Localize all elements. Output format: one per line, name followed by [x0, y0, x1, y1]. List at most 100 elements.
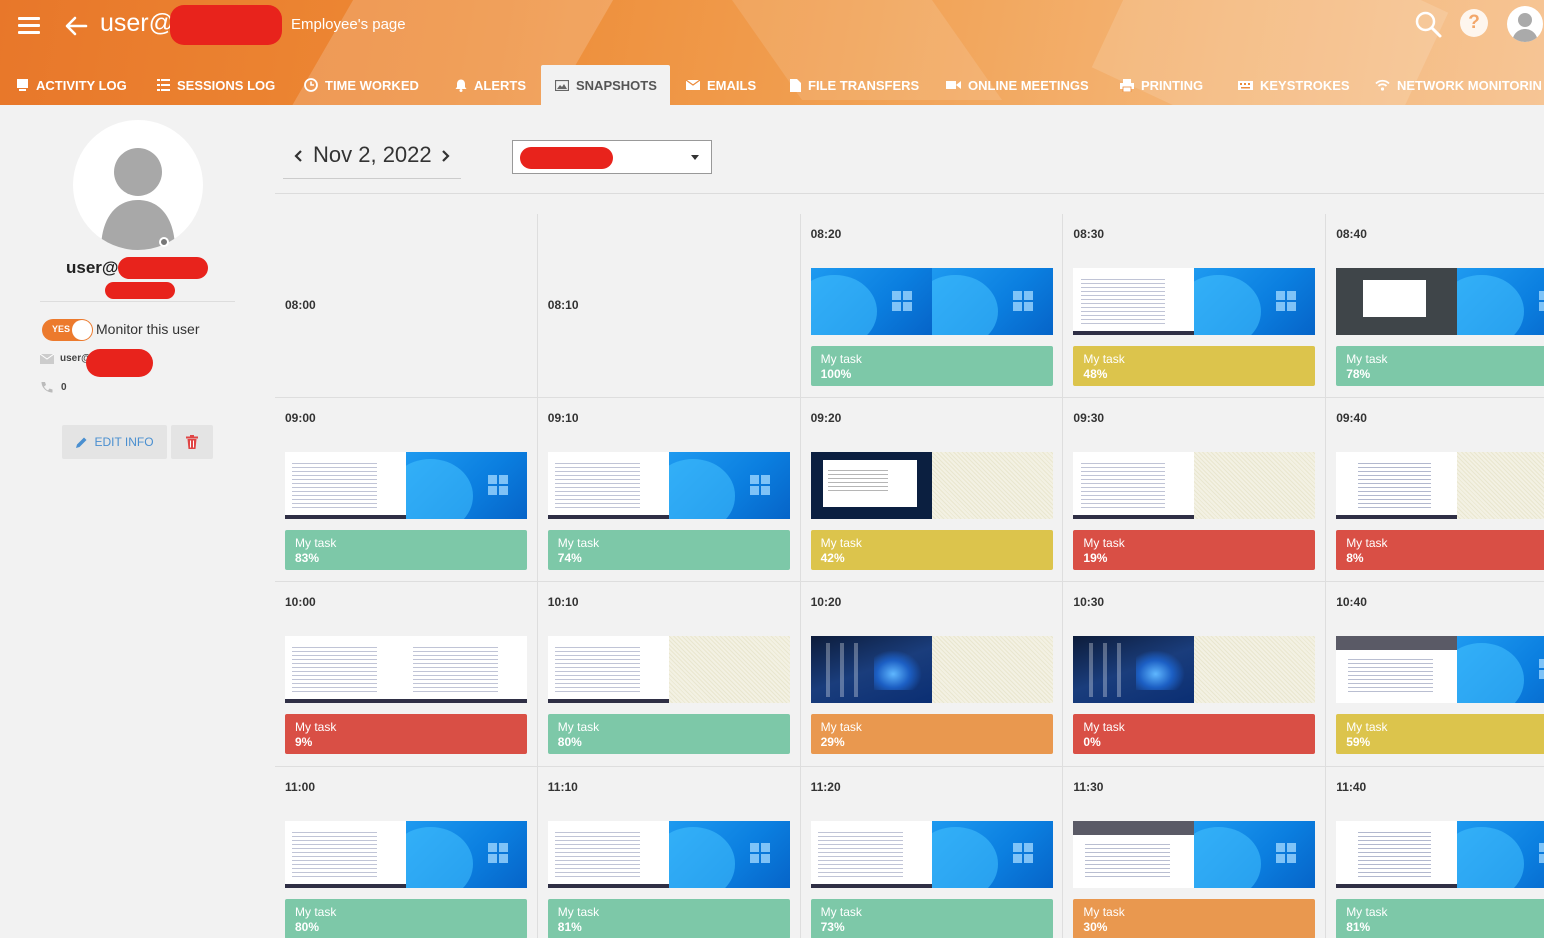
tab-bar: ACTIVITY LOG SESSIONS LOG TIME WORKED AL…: [0, 65, 1544, 105]
task-activity-label[interactable]: My task 48%: [1073, 346, 1316, 386]
tab-keystrokes[interactable]: KEYSTROKES: [1224, 65, 1364, 105]
task-name: My task: [557, 720, 600, 735]
monitor-icon: [17, 79, 28, 91]
snapshot-time: 11:30: [1073, 779, 1104, 794]
task-name: My task: [1083, 536, 1125, 551]
snapshot-thumbnail[interactable]: [285, 820, 527, 888]
help-icon[interactable]: ?: [1460, 9, 1488, 37]
email-row: user@: [40, 353, 91, 364]
section-divider: [275, 193, 1544, 194]
task-activity-label[interactable]: My task 29%: [810, 714, 1053, 755]
page-user-title: user@: [100, 9, 175, 37]
redaction-mark: [86, 349, 153, 377]
snapshot-thumbnail[interactable]: [1336, 452, 1544, 520]
task-activity-label[interactable]: My task 19%: [1073, 530, 1316, 571]
snapshot-thumbnail[interactable]: [285, 636, 527, 704]
edit-info-button[interactable]: EDIT INFO: [62, 425, 167, 459]
task-activity-label[interactable]: My task 8%: [1336, 530, 1544, 571]
hamburger-menu-icon[interactable]: [16, 14, 42, 36]
snapshot-thumbnail[interactable]: [1336, 636, 1544, 704]
caret-down-icon: [691, 155, 699, 160]
tab-printing[interactable]: PRINTING: [1106, 65, 1217, 105]
task-activity-label[interactable]: My task 59%: [1336, 714, 1544, 755]
task-activity-percent: 81%: [557, 919, 582, 934]
task-activity-label[interactable]: My task 100%: [810, 346, 1053, 386]
task-activity-label[interactable]: My task 80%: [285, 898, 527, 938]
snapshot-thumbnail[interactable]: [285, 452, 527, 520]
snapshot-thumbnail[interactable]: [1073, 636, 1316, 704]
snapshot-cell: 08:00: [275, 214, 538, 399]
tab-label: NETWORK MONITORIN: [1397, 77, 1542, 93]
app-root: user@ Employee's page ? ACTIVITY LOG SES…: [0, 0, 1544, 938]
trash-icon: [186, 435, 198, 449]
tab-emails[interactable]: EMAILS: [672, 65, 770, 105]
snapshot-cell: 09:40 My task 8%: [1326, 398, 1544, 583]
screen-capture: [1336, 636, 1458, 704]
chevron-left-icon[interactable]: [291, 148, 305, 164]
header: user@ Employee's page ? ACTIVITY LOG SES…: [0, 0, 1544, 105]
bell-icon: [455, 79, 467, 92]
snapshot-thumbnail[interactable]: [1073, 452, 1316, 520]
task-activity-label[interactable]: My task 80%: [547, 714, 790, 755]
screen-capture: [668, 820, 790, 888]
snapshot-cell: 11:40 My task 81%: [1326, 767, 1544, 938]
tab-file-transfers[interactable]: FILE TRANSFERS: [776, 65, 933, 105]
task-name: My task: [1083, 720, 1125, 735]
tab-snapshots[interactable]: SNAPSHOTS: [541, 65, 670, 105]
redaction-mark: [170, 5, 282, 45]
screen-capture: [810, 452, 932, 520]
task-activity-percent: 73%: [820, 919, 845, 934]
task-activity-label[interactable]: My task 0%: [1073, 714, 1316, 755]
task-activity-label[interactable]: My task 83%: [285, 530, 527, 571]
tab-activity-log[interactable]: ACTIVITY LOG: [2, 65, 141, 105]
delete-user-button[interactable]: [171, 425, 213, 459]
snapshot-thumbnail[interactable]: [547, 636, 790, 704]
tab-label: ONLINE MEETINGS: [968, 77, 1089, 93]
task-name: My task: [820, 536, 862, 551]
tab-label: EMAILS: [707, 77, 757, 93]
monitor-toggle[interactable]: YES: [42, 319, 93, 341]
snapshot-cell: 08:10: [537, 214, 801, 399]
task-activity-label[interactable]: My task 73%: [810, 898, 1053, 938]
task-name: My task: [820, 352, 862, 366]
screen-capture: [1194, 820, 1316, 888]
back-arrow-icon[interactable]: [62, 12, 90, 40]
profile-name-text: user@: [66, 258, 119, 277]
task-activity-label[interactable]: My task 74%: [547, 530, 790, 571]
tab-network-monitoring[interactable]: NETWORK MONITORIN: [1361, 65, 1544, 105]
task-activity-label[interactable]: My task 81%: [547, 898, 790, 938]
task-activity-label[interactable]: My task 9%: [285, 714, 527, 755]
snapshot-thumbnail[interactable]: [1336, 268, 1544, 335]
tab-sessions-log[interactable]: SESSIONS LOG: [143, 65, 289, 105]
task-activity-label[interactable]: My task 81%: [1336, 898, 1544, 938]
snapshot-thumbnail[interactable]: [1336, 820, 1544, 888]
snapshot-cell: 09:20 My task 42%: [800, 398, 1064, 583]
snapshot-thumbnail[interactable]: [810, 636, 1053, 704]
snapshot-thumbnail[interactable]: [547, 452, 790, 520]
task-activity-label[interactable]: My task 30%: [1073, 898, 1316, 938]
task-activity-label[interactable]: My task 42%: [810, 530, 1053, 571]
file-icon: [790, 78, 801, 92]
task-activity-label[interactable]: My task 78%: [1336, 346, 1544, 386]
tab-online-meetings[interactable]: ONLINE MEETINGS: [932, 65, 1103, 105]
task-name: My task: [1346, 536, 1388, 551]
screen-capture: [1457, 636, 1544, 704]
mail-icon: [40, 353, 54, 364]
tab-alerts[interactable]: ALERTS: [441, 65, 540, 105]
snapshot-thumbnail[interactable]: [547, 820, 790, 888]
profile-divider: [40, 301, 235, 302]
screen-capture: [1336, 820, 1458, 888]
chevron-right-icon[interactable]: [439, 148, 453, 164]
snapshot-cell: 11:00 My task 80%: [275, 766, 538, 938]
mail-icon: [686, 80, 700, 90]
snapshot-thumbnail[interactable]: [1073, 820, 1316, 888]
snapshot-thumbnail[interactable]: [810, 268, 1053, 335]
phone-icon: [41, 382, 53, 393]
account-avatar-icon[interactable]: [1507, 6, 1543, 42]
tab-time-worked[interactable]: TIME WORKED: [290, 65, 433, 105]
snapshot-thumbnail[interactable]: [810, 452, 1053, 520]
snapshot-thumbnail[interactable]: [1073, 268, 1316, 335]
snapshot-thumbnail[interactable]: [810, 820, 1053, 888]
screen-capture: [1336, 268, 1458, 335]
search-icon[interactable]: [1413, 9, 1443, 39]
